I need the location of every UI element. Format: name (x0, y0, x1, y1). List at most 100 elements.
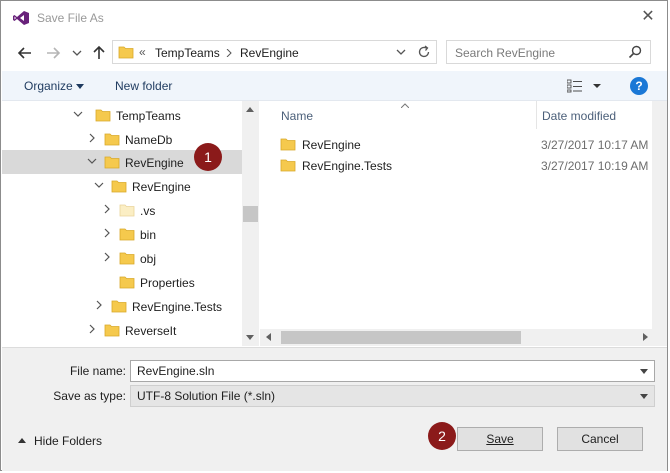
close-button[interactable]: ✕ (639, 8, 657, 26)
chevron-down-icon[interactable] (93, 179, 105, 191)
file-name-value: RevEngine.sln (137, 364, 215, 378)
scroll-left-icon[interactable] (266, 333, 271, 341)
navigation-bar: « TempTeams RevEngine Search RevEngine (1, 37, 667, 69)
folder-icon (104, 324, 120, 337)
file-list: Name Date modified RevEngine 3/27/2017 1… (260, 101, 652, 329)
save-button-label: Save (486, 432, 514, 446)
save-button[interactable]: Save (457, 427, 543, 451)
new-folder-button[interactable]: New folder (115, 79, 172, 93)
navigation-pane: TempTeams NameDb RevEngine RevEngine .vs… (2, 101, 242, 346)
hide-folders-toggle[interactable]: Hide Folders (18, 434, 102, 448)
step-marker-2: 2 (428, 422, 456, 450)
scroll-thumb[interactable] (281, 331, 521, 344)
folder-icon (111, 300, 127, 313)
tree-item-label: RevEngine (132, 180, 191, 194)
file-name-field[interactable]: RevEngine.sln (130, 360, 655, 382)
chevron-down-icon[interactable] (640, 369, 648, 374)
tree-item-bin[interactable]: bin (2, 222, 242, 246)
folder-icon (119, 276, 135, 289)
file-name: RevEngine.Tests (302, 159, 393, 173)
scroll-thumb[interactable] (243, 206, 258, 222)
sort-ascending-icon (401, 103, 409, 108)
tree-item-label: RevEngine.Tests (132, 300, 223, 314)
search-icon[interactable] (628, 45, 642, 59)
file-row[interactable]: RevEngine 3/27/2017 10:17 AM (280, 135, 652, 155)
folder-icon (104, 156, 120, 169)
chevron-right-icon[interactable] (101, 227, 113, 239)
tree-item-label: NameDb (125, 133, 173, 147)
tree-item-label: obj (140, 252, 157, 266)
hide-folders-label: Hide Folders (34, 434, 103, 448)
navigation-pane-scrollbar[interactable] (242, 101, 259, 346)
tree-item-label: RevEngine (125, 156, 184, 170)
file-list-vertical-scrollbar[interactable] (652, 101, 667, 329)
breadcrumb-overflow[interactable]: « (139, 45, 146, 59)
scroll-up-icon[interactable] (246, 107, 254, 112)
column-header-name[interactable]: Name (281, 109, 313, 123)
tree-item-label: Properties (140, 276, 195, 290)
tree-item-vs[interactable]: .vs (2, 198, 242, 222)
folder-icon (111, 180, 127, 193)
folder-icon (95, 109, 111, 122)
save-as-type-label: Save as type: (53, 389, 126, 403)
window-title: Save File As (37, 11, 104, 25)
chevron-right-icon[interactable] (93, 299, 105, 311)
chevron-right-icon[interactable] (86, 323, 98, 335)
file-name: RevEngine (302, 138, 361, 152)
tree-item-label: TempTeams (116, 109, 181, 123)
column-header-date-modified[interactable]: Date modified (542, 109, 616, 123)
search-placeholder: Search RevEngine (455, 46, 556, 60)
folder-icon (280, 159, 296, 172)
save-as-type-select[interactable]: UTF-8 Solution File (*.sln) (130, 385, 655, 407)
tree-item-properties[interactable]: Properties (2, 270, 242, 294)
up-arrow-icon[interactable] (89, 43, 109, 63)
back-arrow-icon[interactable] (15, 43, 35, 63)
tree-item-reverse-it[interactable]: ReverseIt (2, 318, 242, 342)
forward-arrow-icon[interactable] (43, 43, 63, 63)
help-button[interactable]: ? (630, 77, 648, 95)
scroll-down-icon[interactable] (246, 335, 254, 340)
save-options-panel: File name: RevEngine.sln Save as type: U… (2, 347, 667, 471)
cancel-button[interactable]: Cancel (557, 427, 643, 451)
folder-icon (280, 138, 296, 151)
search-box[interactable]: Search RevEngine (446, 40, 651, 64)
visual-studio-icon (13, 11, 29, 25)
save-as-type-value: UTF-8 Solution File (*.sln) (137, 389, 276, 403)
tree-item-rev-engine-project[interactable]: RevEngine (2, 174, 242, 198)
tree-item-rev-engine-tests[interactable]: RevEngine.Tests (2, 294, 242, 318)
tree-item-obj[interactable]: obj (2, 246, 242, 270)
command-toolbar: Organize New folder ? (2, 71, 667, 101)
breadcrumb-temp-teams[interactable]: TempTeams (155, 46, 220, 60)
chevron-right-icon[interactable] (101, 251, 113, 263)
organize-menu[interactable]: Organize (24, 79, 73, 93)
refresh-icon[interactable] (416, 44, 432, 60)
tree-item-label: bin (140, 228, 157, 242)
address-dropdown-icon[interactable] (393, 44, 409, 60)
change-view-icon[interactable] (567, 79, 607, 93)
step-marker-1: 1 (194, 143, 222, 171)
tree-item-temp-teams[interactable]: TempTeams (2, 103, 242, 127)
address-bar[interactable]: « TempTeams RevEngine (112, 40, 437, 64)
scroll-right-icon[interactable] (643, 333, 648, 341)
folder-icon (119, 252, 135, 265)
folder-icon (118, 46, 134, 59)
organize-chevron-down-icon[interactable] (76, 84, 84, 89)
breadcrumb-rev-engine[interactable]: RevEngine (240, 46, 299, 60)
folder-icon (104, 133, 120, 146)
tree-item-label: ReverseIt (125, 324, 177, 338)
file-date-modified: 3/27/2017 10:17 AM (541, 138, 649, 152)
chevron-right-icon[interactable] (86, 132, 98, 144)
file-row[interactable]: RevEngine.Tests 3/27/2017 10:19 AM (280, 156, 652, 176)
file-list-horizontal-scrollbar[interactable] (260, 329, 667, 346)
column-divider[interactable] (536, 101, 537, 129)
chevron-down-icon[interactable] (86, 155, 98, 167)
recent-locations-icon[interactable] (67, 43, 87, 63)
file-date-modified: 3/27/2017 10:19 AM (541, 159, 649, 173)
chevron-down-icon[interactable] (72, 108, 84, 120)
hidden-folder-icon (119, 204, 135, 217)
chevron-right-icon[interactable] (101, 203, 113, 215)
breadcrumb-separator-icon[interactable] (226, 49, 232, 57)
chevron-down-icon[interactable] (640, 394, 648, 399)
file-name-label: File name: (69, 364, 126, 378)
tree-item-label: .vs (140, 204, 156, 218)
